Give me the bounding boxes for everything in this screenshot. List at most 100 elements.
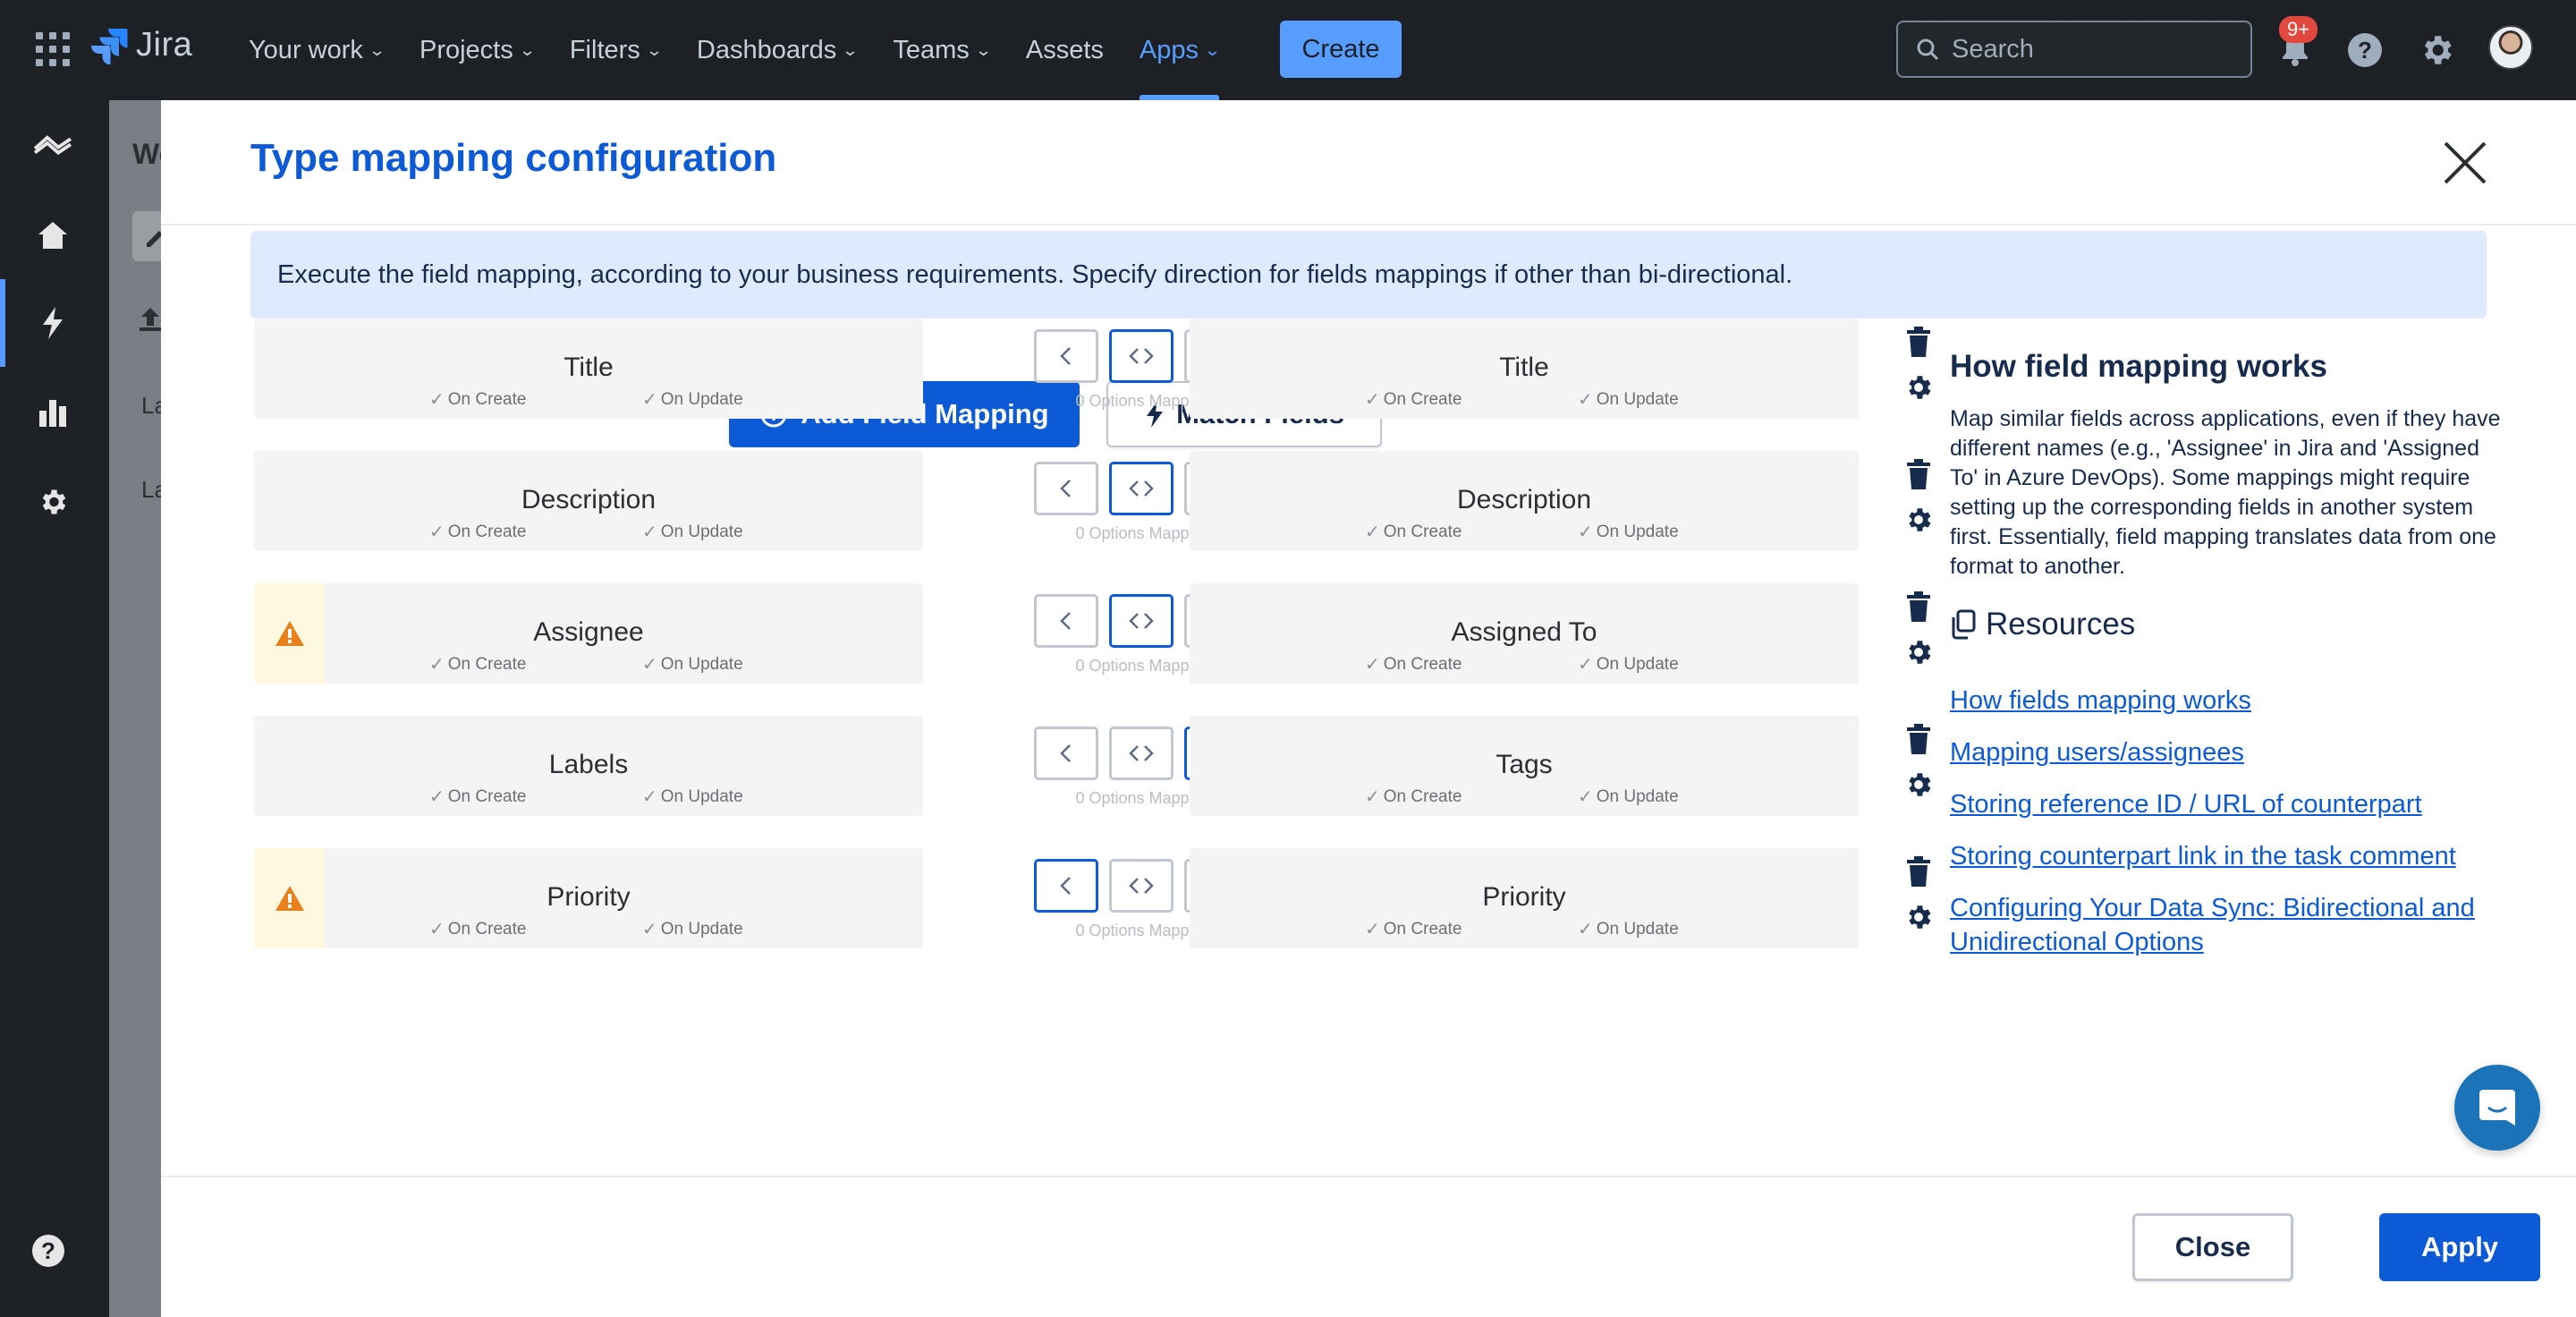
on-update-label: On Update (1596, 522, 1679, 541)
on-update-option: ✓ On Update (642, 918, 743, 940)
chat-support-button[interactable] (2454, 1065, 2540, 1151)
app-logo-icon[interactable] (32, 125, 73, 166)
field-mapping-row: Priority ✓ On Create ✓ On Update 0 Options Ma… (250, 848, 1931, 948)
target-field-name: Title (1499, 353, 1549, 382)
direction-bidirectional-button[interactable] (1109, 594, 1174, 648)
chevron-down-icon: ⌄ (518, 40, 537, 59)
nav-item-filters[interactable]: Filters ⌄ (569, 0, 663, 100)
help-icon[interactable]: ? (32, 1235, 64, 1267)
nav-item-projects[interactable]: Projects ⌄ (419, 0, 537, 100)
app-switcher-icon[interactable] (36, 32, 70, 66)
check-icon: ✓ (1365, 787, 1380, 807)
resource-link[interactable]: Storing counterpart link in the task com… (1950, 839, 2504, 873)
close-button[interactable]: Close (2132, 1213, 2293, 1281)
trash-icon[interactable] (1903, 326, 1934, 358)
on-update-option: ✓ On Update (642, 786, 743, 808)
trash-icon[interactable] (1903, 723, 1934, 755)
direction-left-button[interactable] (1034, 462, 1098, 515)
jira-logo[interactable]: Jira (89, 25, 192, 64)
direction-bidirectional-button[interactable] (1109, 462, 1174, 515)
project-sidebar-rail: ? (0, 100, 109, 1317)
direction-bidirectional-button[interactable] (1109, 859, 1174, 913)
source-field-name: Assignee (533, 617, 644, 647)
direction-left-button[interactable] (1034, 594, 1098, 648)
resource-link[interactable]: Storing reference ID / URL of counterpar… (1950, 787, 2504, 821)
nav-item-label: Apps (1139, 35, 1199, 64)
trash-icon[interactable] (1903, 458, 1934, 490)
user-avatar[interactable] (2488, 25, 2533, 70)
check-icon: ✓ (429, 655, 445, 675)
nav-item-teams[interactable]: Teams ⌄ (893, 0, 993, 100)
apply-button[interactable]: Apply (2379, 1213, 2540, 1281)
direction-bidirectional-button[interactable] (1109, 329, 1174, 383)
search-input[interactable] (1952, 34, 2220, 64)
direction-left-button[interactable] (1034, 859, 1098, 913)
source-field[interactable]: Priority ✓ On Create ✓ On Update (254, 848, 923, 948)
on-create-option: ✓ On Create (1365, 653, 1462, 675)
home-icon[interactable] (32, 215, 73, 256)
on-create-label: On Create (1383, 522, 1462, 541)
settings-gear-icon[interactable] (2413, 27, 2460, 73)
target-field[interactable]: Tags ✓ On Create ✓ On Update (1190, 716, 1859, 816)
close-icon[interactable] (2436, 134, 2494, 191)
target-field[interactable]: Priority ✓ On Create ✓ On Update (1190, 848, 1859, 948)
gear-icon[interactable] (1903, 505, 1934, 535)
resources-title: Resources (1986, 607, 2136, 642)
on-create-label: On Create (447, 786, 527, 806)
settings-icon[interactable] (32, 481, 73, 523)
search-icon (1917, 38, 1939, 61)
trash-icon[interactable] (1903, 591, 1934, 623)
target-field[interactable]: Assigned To ✓ On Create ✓ On Update (1190, 583, 1859, 684)
check-icon: ✓ (1365, 920, 1380, 939)
direction-left-button[interactable] (1034, 726, 1098, 780)
source-field[interactable]: Assignee ✓ On Create ✓ On Update (254, 583, 923, 684)
nav-item-dashboards[interactable]: Dashboards ⌄ (697, 0, 860, 100)
nav-item-apps[interactable]: Apps ⌄ (1139, 0, 1221, 100)
lightning-icon[interactable] (32, 302, 73, 344)
nav-item-label: Your work (249, 35, 363, 64)
direction-bidirectional-button[interactable] (1109, 726, 1174, 780)
check-icon: ✓ (429, 523, 445, 542)
row-actions (1896, 451, 1932, 551)
gear-icon[interactable] (1903, 372, 1934, 403)
source-field[interactable]: Description ✓ On Create ✓ On Update (254, 451, 923, 551)
field-mapping-row: Description ✓ On Create ✓ On Update 0 Options… (250, 451, 1931, 551)
nav-item-label: Filters (569, 35, 640, 64)
row-actions (1896, 848, 1932, 948)
gear-icon[interactable] (1903, 769, 1934, 800)
create-button[interactable]: Create (1280, 21, 1402, 78)
modal-header: Type mapping configuration (161, 100, 2576, 225)
on-create-label: On Create (1383, 389, 1462, 409)
on-create-label: On Create (447, 522, 527, 541)
target-field[interactable]: Description ✓ On Create ✓ On Update (1190, 451, 1859, 551)
on-update-option: ✓ On Update (642, 653, 743, 675)
bidirectional-arrows-icon (1128, 343, 1155, 370)
field-mapping-row: Labels ✓ On Create ✓ On Update 0 Options Mapp… (250, 716, 1931, 816)
resource-link[interactable]: Mapping users/assignees (1950, 735, 2504, 769)
on-update-option: ✓ On Update (1578, 918, 1679, 940)
row-actions (1896, 716, 1932, 816)
bar-chart-icon[interactable] (32, 392, 73, 433)
on-update-option: ✓ On Update (1578, 786, 1679, 808)
chevron-down-icon: ⌄ (974, 40, 993, 59)
help-icon[interactable]: ? (2342, 27, 2388, 73)
gear-icon[interactable] (1903, 902, 1934, 932)
search-field[interactable] (1896, 21, 2252, 78)
target-field-name: Description (1456, 485, 1592, 514)
nav-item-assets[interactable]: Assets (1026, 0, 1104, 100)
top-navigation-bar: Jira Your work ⌄ Projects ⌄ Filters ⌄ Dashboar… (0, 0, 2576, 100)
resource-link[interactable]: Configuring Your Data Sync: Bidirectiona… (1950, 891, 2504, 959)
nav-item-your-work[interactable]: Your work ⌄ (249, 0, 386, 100)
direction-left-button[interactable] (1034, 329, 1098, 383)
source-field[interactable]: Labels ✓ On Create ✓ On Update (254, 716, 923, 816)
trash-icon[interactable] (1903, 855, 1934, 888)
resource-link[interactable]: How fields mapping works (1950, 684, 2504, 718)
check-icon: ✓ (1578, 655, 1593, 675)
source-field[interactable]: Title ✓ On Create ✓ On Update (254, 319, 923, 419)
on-update-label: On Update (1596, 389, 1679, 409)
target-field[interactable]: Title ✓ On Create ✓ On Update (1190, 319, 1859, 419)
gear-icon[interactable] (1903, 637, 1934, 667)
on-update-label: On Update (660, 522, 743, 541)
on-create-option: ✓ On Create (1365, 918, 1462, 940)
check-icon: ✓ (1578, 390, 1593, 410)
